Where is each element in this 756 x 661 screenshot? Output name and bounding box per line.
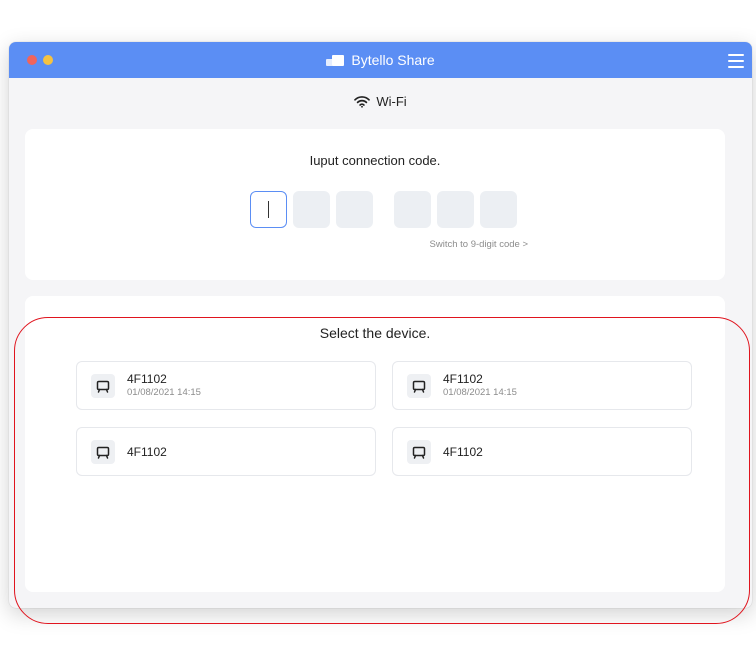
code-digit-2[interactable] [293,191,330,228]
code-digit-1[interactable] [250,191,287,228]
network-indicator: Wi-Fi [9,94,752,109]
close-window-button[interactable] [27,55,37,65]
wifi-icon [354,96,371,108]
code-digit-3[interactable] [336,191,373,228]
connection-code-card: Iuput connection code. Switch to 9-digit… [25,129,725,280]
app-title: Bytello Share [326,52,435,68]
code-digit-4[interactable] [394,191,431,228]
highlight-annotation [14,317,750,624]
title-bar: Bytello Share [9,42,752,78]
connection-code-prompt: Iuput connection code. [309,153,441,168]
network-label: Wi-Fi [376,94,407,109]
hamburger-menu-icon[interactable] [728,51,744,69]
bytello-logo-icon [326,54,345,66]
minimize-window-button[interactable] [43,55,53,65]
switch-to-9-digit-link[interactable]: Switch to 9-digit code > [430,239,528,250]
text-caret [268,201,269,218]
app-title-text: Bytello Share [351,52,435,68]
code-digit-5[interactable] [437,191,474,228]
code-digit-6[interactable] [480,191,517,228]
